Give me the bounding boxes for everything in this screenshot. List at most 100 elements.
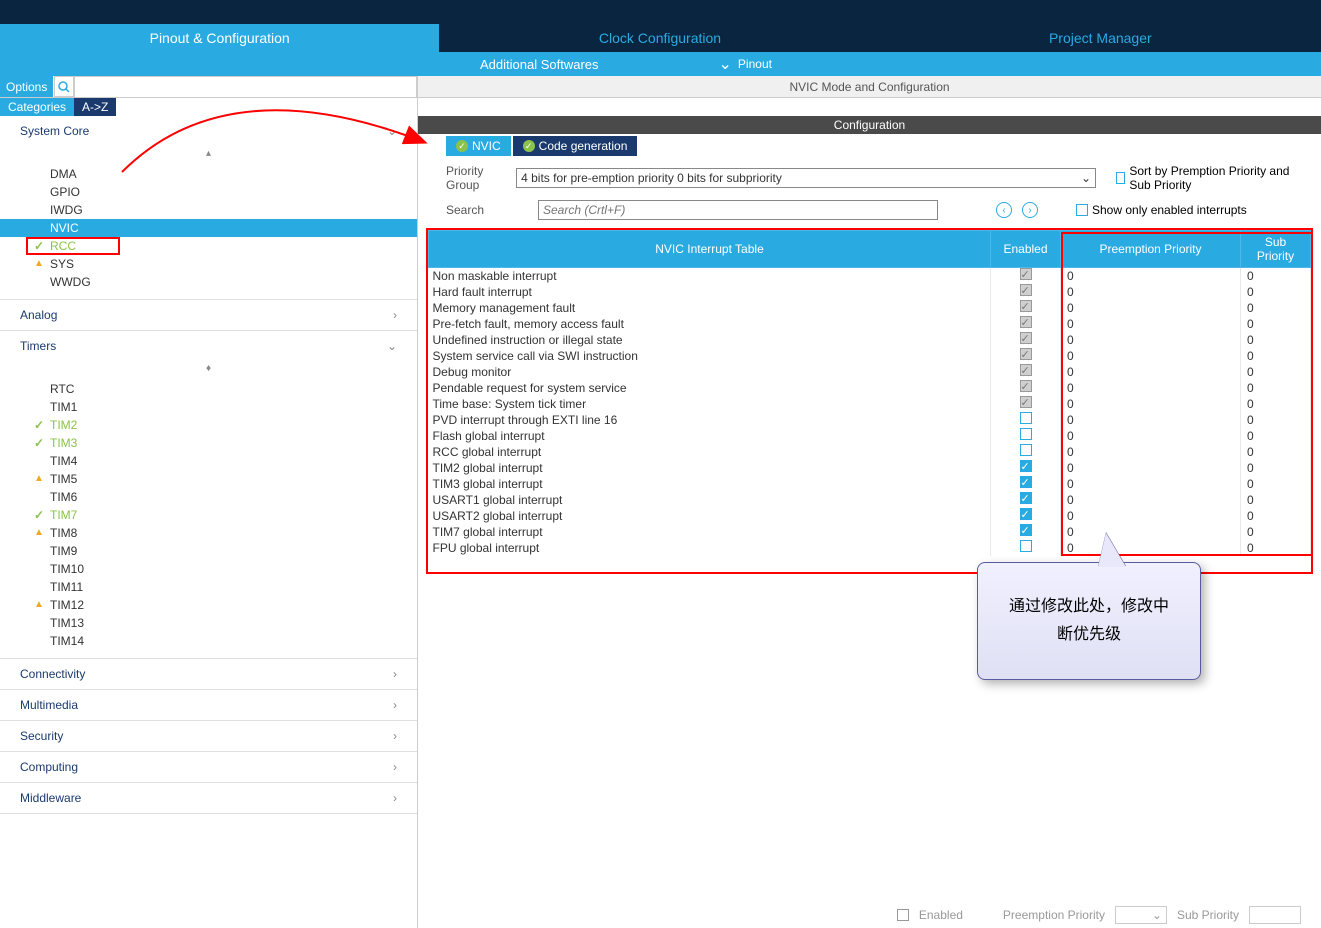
enabled-checkbox[interactable] <box>1020 300 1032 312</box>
sort-icon[interactable]: ♦ <box>0 361 417 376</box>
subpriority-cell[interactable]: 0 <box>1241 364 1311 380</box>
col-preemption[interactable]: Preemption Priority <box>1061 231 1241 268</box>
interrupt-name[interactable]: PVD interrupt through EXTI line 16 <box>429 412 991 428</box>
section-multimedia[interactable]: Multimedia› <box>0 690 417 720</box>
subpriority-cell[interactable]: 0 <box>1241 428 1311 444</box>
tree-item-iwdg[interactable]: IWDG <box>0 201 417 219</box>
codegen-config-tab[interactable]: ✓Code generation <box>513 136 638 156</box>
subpriority-cell[interactable]: 0 <box>1241 492 1311 508</box>
interrupt-name[interactable]: USART1 global interrupt <box>429 492 991 508</box>
sort-checkbox[interactable] <box>1116 172 1125 184</box>
subpriority-cell[interactable]: 0 <box>1241 300 1311 316</box>
interrupt-name[interactable]: Pre-fetch fault, memory access fault <box>429 316 991 332</box>
tree-item-tim8[interactable]: TIM8 <box>0 524 417 542</box>
enabled-checkbox[interactable] <box>1020 540 1032 552</box>
section-connectivity[interactable]: Connectivity› <box>0 659 417 689</box>
section-security[interactable]: Security› <box>0 721 417 751</box>
component-search-input[interactable] <box>74 76 417 98</box>
enabled-checkbox[interactable] <box>1020 268 1032 280</box>
subpriority-cell[interactable]: 0 <box>1241 412 1311 428</box>
interrupt-name[interactable]: Memory management fault <box>429 300 991 316</box>
categories-tab[interactable]: Categories <box>0 98 74 116</box>
preemption-cell[interactable]: 0 <box>1061 300 1241 316</box>
tree-item-tim9[interactable]: TIM9 <box>0 542 417 560</box>
interrupt-name[interactable]: Undefined instruction or illegal state <box>429 332 991 348</box>
priority-group-select[interactable]: 4 bits for pre-emption priority 0 bits f… <box>516 168 1096 188</box>
subpriority-cell[interactable]: 0 <box>1241 476 1311 492</box>
preemption-cell[interactable]: 0 <box>1061 412 1241 428</box>
preemption-cell[interactable]: 0 <box>1061 348 1241 364</box>
preemption-cell[interactable]: 0 <box>1061 284 1241 300</box>
section-system-core[interactable]: System Core⌄ <box>0 116 417 146</box>
subpriority-cell[interactable]: 0 <box>1241 380 1311 396</box>
enabled-checkbox[interactable] <box>1020 316 1032 328</box>
preemption-cell[interactable]: 0 <box>1061 444 1241 460</box>
section-analog[interactable]: Analog› <box>0 300 417 330</box>
alpha-tab[interactable]: A->Z <box>74 98 116 116</box>
section-timers[interactable]: Timers⌄ <box>0 331 417 361</box>
preemption-cell[interactable]: 0 <box>1061 492 1241 508</box>
tree-item-tim12[interactable]: TIM12 <box>0 596 417 614</box>
enabled-checkbox[interactable] <box>1020 332 1032 344</box>
enabled-checkbox[interactable] <box>1020 396 1032 408</box>
tree-item-tim7[interactable]: TIM7 <box>0 506 417 524</box>
tree-item-tim13[interactable]: TIM13 <box>0 614 417 632</box>
tree-item-rcc[interactable]: RCC <box>0 237 417 255</box>
subpriority-cell[interactable]: 0 <box>1241 348 1311 364</box>
interrupt-name[interactable]: Hard fault interrupt <box>429 284 991 300</box>
tree-item-tim1[interactable]: TIM1 <box>0 398 417 416</box>
interrupt-name[interactable]: RCC global interrupt <box>429 444 991 460</box>
tree-item-nvic[interactable]: NVIC <box>0 219 417 237</box>
preemption-cell[interactable]: 0 <box>1061 380 1241 396</box>
interrupt-name[interactable]: USART2 global interrupt <box>429 508 991 524</box>
preemption-cell[interactable]: 0 <box>1061 476 1241 492</box>
tree-item-tim3[interactable]: TIM3 <box>0 434 417 452</box>
preemption-cell[interactable]: 0 <box>1061 332 1241 348</box>
tree-item-tim4[interactable]: TIM4 <box>0 452 417 470</box>
scroll-up-icon[interactable]: ▴ <box>0 146 417 161</box>
interrupt-name[interactable]: TIM2 global interrupt <box>429 460 991 476</box>
enabled-checkbox[interactable] <box>1020 364 1032 376</box>
tree-item-gpio[interactable]: GPIO <box>0 183 417 201</box>
enabled-checkbox[interactable] <box>1020 476 1032 488</box>
pinout-dropdown[interactable]: Pinout <box>719 54 772 74</box>
preemption-cell[interactable]: 0 <box>1061 396 1241 412</box>
preemption-cell[interactable]: 0 <box>1061 364 1241 380</box>
enabled-checkbox[interactable] <box>1020 284 1032 296</box>
enabled-checkbox[interactable] <box>1020 412 1032 424</box>
additional-softwares-link[interactable]: Additional Softwares <box>480 57 599 72</box>
subpriority-cell[interactable]: 0 <box>1241 332 1311 348</box>
preemption-cell[interactable]: 0 <box>1061 540 1241 556</box>
tree-item-tim5[interactable]: TIM5 <box>0 470 417 488</box>
preemption-cell[interactable]: 0 <box>1061 460 1241 476</box>
tree-item-tim14[interactable]: TIM14 <box>0 632 417 650</box>
interrupt-name[interactable]: Debug monitor <box>429 364 991 380</box>
enabled-checkbox[interactable] <box>1020 524 1032 536</box>
subpriority-cell[interactable]: 0 <box>1241 508 1311 524</box>
interrupt-name[interactable]: Pendable request for system service <box>429 380 991 396</box>
tree-item-tim2[interactable]: TIM2 <box>0 416 417 434</box>
col-enabled[interactable]: Enabled <box>991 231 1061 268</box>
interrupt-name[interactable]: Non maskable interrupt <box>429 268 991 285</box>
nvic-search-input[interactable] <box>538 200 938 220</box>
tree-item-sys[interactable]: SYS <box>0 255 417 273</box>
tree-item-tim6[interactable]: TIM6 <box>0 488 417 506</box>
interrupt-name[interactable]: TIM7 global interrupt <box>429 524 991 540</box>
subpriority-cell[interactable]: 0 <box>1241 396 1311 412</box>
enabled-checkbox[interactable] <box>1020 508 1032 520</box>
tree-item-rtc[interactable]: RTC <box>0 380 417 398</box>
tab-pinout[interactable]: Pinout & Configuration <box>0 24 440 52</box>
interrupt-name[interactable]: FPU global interrupt <box>429 540 991 556</box>
section-middleware[interactable]: Middleware› <box>0 783 417 813</box>
search-next-button[interactable]: › <box>1022 202 1038 218</box>
tree-item-tim11[interactable]: TIM11 <box>0 578 417 596</box>
preemption-cell[interactable]: 0 <box>1061 508 1241 524</box>
preemption-cell[interactable]: 0 <box>1061 428 1241 444</box>
enabled-checkbox[interactable] <box>1020 492 1032 504</box>
tab-project[interactable]: Project Manager <box>881 24 1321 52</box>
search-icon[interactable] <box>54 76 74 97</box>
tab-clock[interactable]: Clock Configuration <box>440 24 880 52</box>
enabled-checkbox[interactable] <box>1020 348 1032 360</box>
interrupt-name[interactable]: TIM3 global interrupt <box>429 476 991 492</box>
enabled-checkbox[interactable] <box>1020 428 1032 440</box>
